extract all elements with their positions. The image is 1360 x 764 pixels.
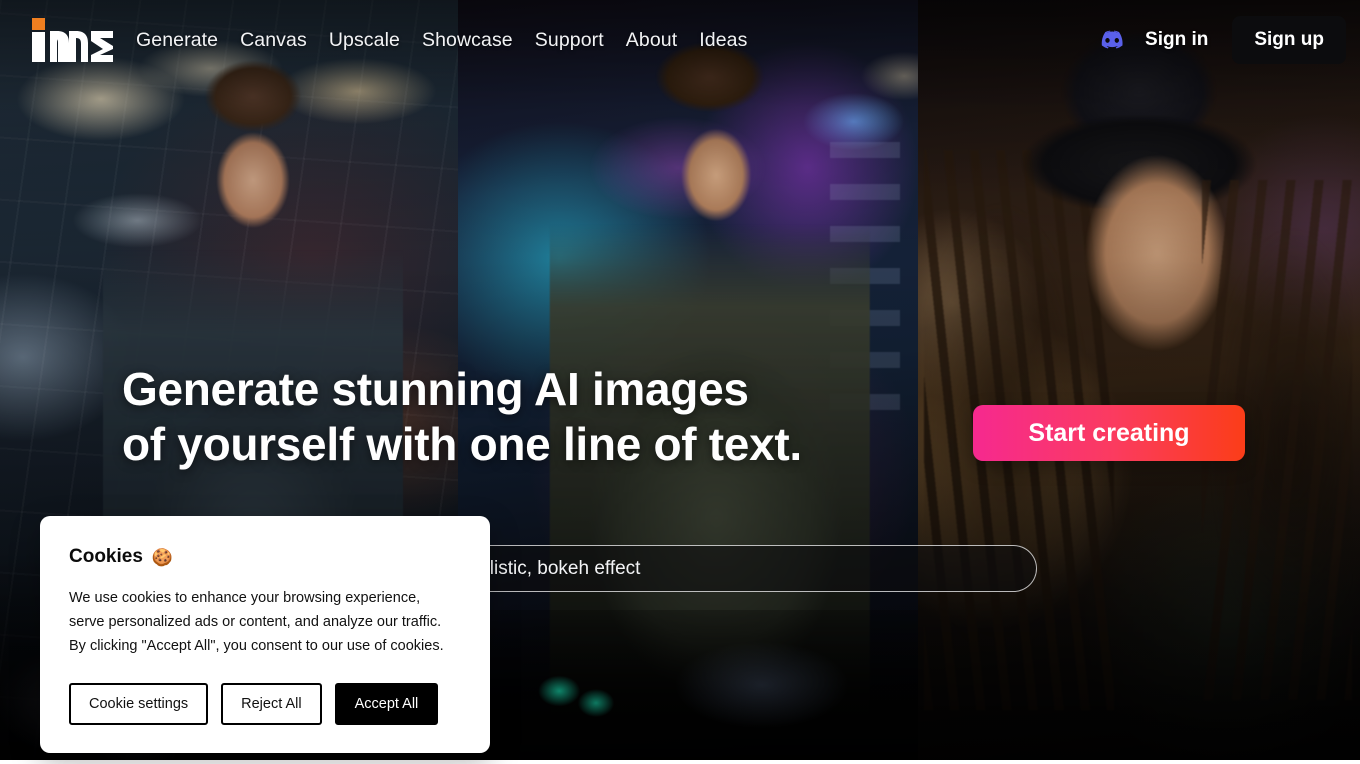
sign-up-button[interactable]: Sign up [1232, 16, 1346, 64]
accept-all-button[interactable]: Accept All [334, 683, 439, 725]
cookie-title-text: Cookies [69, 546, 143, 567]
panel-right-shading [918, 0, 1360, 760]
start-creating-button[interactable]: Start creating [973, 405, 1245, 461]
cookie-dialog-actions: Cookie settings Reject All Accept All [69, 683, 461, 725]
primary-nav: Generate Canvas Upscale Showcase Support… [136, 29, 747, 52]
reject-all-button[interactable]: Reject All [221, 683, 322, 725]
header-actions: Sign in Sign up [1089, 16, 1346, 64]
nav-item-canvas[interactable]: Canvas [240, 29, 307, 52]
discord-link[interactable] [1089, 23, 1131, 57]
hero-copy: Generate stunning AI images of yourself … [122, 362, 802, 472]
hero-image-panel-right [918, 0, 1360, 760]
cookie-dialog-body: We use cookies to enhance your browsing … [69, 590, 444, 654]
cookie-dialog-title: Cookies 🍪 [69, 546, 461, 568]
nav-item-generate[interactable]: Generate [136, 29, 218, 52]
nav-item-about[interactable]: About [626, 29, 677, 52]
discord-icon [1101, 30, 1123, 49]
cookie-settings-button[interactable]: Cookie settings [69, 683, 209, 725]
sign-in-link[interactable]: Sign in [1131, 21, 1222, 59]
nav-item-showcase[interactable]: Showcase [422, 29, 513, 52]
panel-center-dj-deck [458, 610, 918, 760]
site-header: Generate Canvas Upscale Showcase Support… [0, 0, 1360, 80]
nav-item-upscale[interactable]: Upscale [329, 29, 400, 52]
hero-headline: Generate stunning AI images of yourself … [122, 363, 802, 470]
page-bottom-edge [0, 760, 1360, 764]
nav-item-ideas[interactable]: Ideas [699, 29, 747, 52]
nav-item-support[interactable]: Support [535, 29, 604, 52]
brand-logo[interactable] [32, 18, 114, 62]
page-root: Generate Canvas Upscale Showcase Support… [0, 0, 1360, 764]
cookie-icon: 🍪 [151, 547, 174, 567]
cookie-consent-dialog: Cookies 🍪 We use cookies to enhance your… [40, 516, 490, 753]
